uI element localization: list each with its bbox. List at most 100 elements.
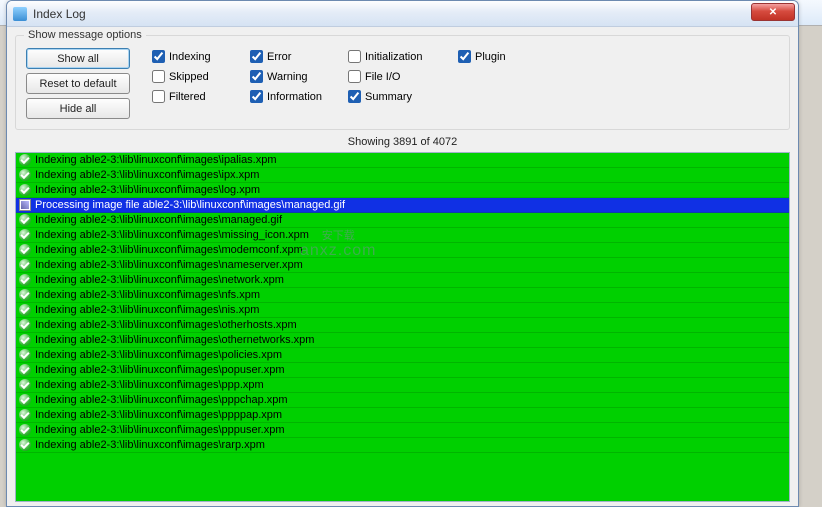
log-row[interactable]: Indexing able2-3:\lib\linuxconf\images\n… [16,303,789,318]
check-initialization-label: Initialization [365,51,422,63]
log-row-text: Indexing able2-3:\lib\linuxconf\images\p… [35,409,282,421]
check-error-label: Error [267,51,291,63]
window-title: Index Log [33,7,86,21]
status-line: Showing 3891 of 4072 [15,132,790,152]
log-row-text: Indexing able2-3:\lib\linuxconf\images\n… [35,289,260,301]
ok-icon [19,259,31,271]
log-row[interactable]: Indexing able2-3:\lib\linuxconf\images\p… [16,423,789,438]
ok-icon [19,409,31,421]
log-row[interactable]: Indexing able2-3:\lib\linuxconf\images\p… [16,378,789,393]
check-information-box[interactable] [250,90,263,103]
check-warning[interactable]: Warning [250,70,338,83]
check-indexing[interactable]: Indexing [152,50,240,63]
log-row[interactable]: Indexing able2-3:\lib\linuxconf\images\n… [16,273,789,288]
ok-icon [19,439,31,451]
log-row[interactable]: Indexing able2-3:\lib\linuxconf\images\m… [16,243,789,258]
log-row-text: Indexing able2-3:\lib\linuxconf\images\p… [35,364,284,376]
ok-icon [19,334,31,346]
log-row-text: Indexing able2-3:\lib\linuxconf\images\p… [35,349,282,361]
ok-icon [19,289,31,301]
check-initialization-box[interactable] [348,50,361,63]
ok-icon [19,274,31,286]
log-row[interactable]: Indexing able2-3:\lib\linuxconf\images\o… [16,333,789,348]
log-row[interactable]: Indexing able2-3:\lib\linuxconf\images\o… [16,318,789,333]
processing-icon [19,199,31,211]
close-button[interactable] [751,3,795,21]
log-row[interactable]: Indexing able2-3:\lib\linuxconf\images\n… [16,258,789,273]
log-row[interactable]: Indexing able2-3:\lib\linuxconf\images\i… [16,153,789,168]
log-row[interactable]: Indexing able2-3:\lib\linuxconf\images\p… [16,408,789,423]
log-row[interactable]: Processing image file able2-3:\lib\linux… [16,198,789,213]
check-filtered-box[interactable] [152,90,165,103]
log-row[interactable]: Indexing able2-3:\lib\linuxconf\images\i… [16,168,789,183]
check-information[interactable]: Information [250,90,338,103]
ok-icon [19,304,31,316]
log-row[interactable]: Indexing able2-3:\lib\linuxconf\images\p… [16,348,789,363]
log-row[interactable]: Indexing able2-3:\lib\linuxconf\images\n… [16,288,789,303]
check-error-box[interactable] [250,50,263,63]
titlebar[interactable]: Index Log [7,1,798,27]
hide-all-button[interactable]: Hide all [26,98,130,119]
check-warning-box[interactable] [250,70,263,83]
log-row-text: Indexing able2-3:\lib\linuxconf\images\i… [35,169,259,181]
log-row-text: Indexing able2-3:\lib\linuxconf\images\o… [35,334,314,346]
log-row[interactable]: Indexing able2-3:\lib\linuxconf\images\l… [16,183,789,198]
log-list[interactable]: Indexing able2-3:\lib\linuxconf\images\i… [15,152,790,502]
check-plugin-label: Plugin [475,51,506,63]
check-initialization[interactable]: Initialization [348,50,448,63]
check-fileio-box[interactable] [348,70,361,83]
check-indexing-box[interactable] [152,50,165,63]
log-row[interactable]: Indexing able2-3:\lib\linuxconf\images\p… [16,393,789,408]
log-row[interactable]: Indexing able2-3:\lib\linuxconf\images\m… [16,228,789,243]
log-row-text: Indexing able2-3:\lib\linuxconf\images\p… [35,424,284,436]
log-row[interactable]: Indexing able2-3:\lib\linuxconf\images\p… [16,363,789,378]
check-warning-label: Warning [267,71,308,83]
log-row[interactable]: Indexing able2-3:\lib\linuxconf\images\r… [16,438,789,453]
check-summary-box[interactable] [348,90,361,103]
check-plugin-box[interactable] [458,50,471,63]
ok-icon [19,364,31,376]
log-row-text: Indexing able2-3:\lib\linuxconf\images\p… [35,394,288,406]
log-row-text: Indexing able2-3:\lib\linuxconf\images\p… [35,379,264,391]
log-row-text: Processing image file able2-3:\lib\linux… [35,199,345,211]
ok-icon [19,319,31,331]
check-filtered[interactable]: Filtered [152,90,240,103]
ok-icon [19,349,31,361]
ok-icon [19,244,31,256]
check-skipped[interactable]: Skipped [152,70,240,83]
show-all-button[interactable]: Show all [26,48,130,69]
log-row-text: Indexing able2-3:\lib\linuxconf\images\m… [35,229,309,241]
log-row-text: Indexing able2-3:\lib\linuxconf\images\n… [35,304,259,316]
ok-icon [19,394,31,406]
app-icon [13,7,27,21]
group-title: Show message options [24,29,146,41]
client-area: Show message options Show all Reset to d… [7,27,798,506]
reset-to-default-button[interactable]: Reset to default [26,73,130,94]
log-row-text: Indexing able2-3:\lib\linuxconf\images\r… [35,439,265,451]
check-skipped-box[interactable] [152,70,165,83]
ok-icon [19,184,31,196]
ok-icon [19,424,31,436]
log-row-text: Indexing able2-3:\lib\linuxconf\images\m… [35,244,303,256]
check-skipped-label: Skipped [169,71,209,83]
log-row[interactable]: Indexing able2-3:\lib\linuxconf\images\m… [16,213,789,228]
log-row-text: Indexing able2-3:\lib\linuxconf\images\m… [35,214,282,226]
ok-icon [19,214,31,226]
message-options-group: Show message options Show all Reset to d… [15,35,790,130]
log-row-text: Indexing able2-3:\lib\linuxconf\images\i… [35,154,277,166]
check-summary-label: Summary [365,91,412,103]
log-row-text: Indexing able2-3:\lib\linuxconf\images\n… [35,259,303,271]
ok-icon [19,379,31,391]
ok-icon [19,169,31,181]
check-filtered-label: Filtered [169,91,206,103]
check-indexing-label: Indexing [169,51,211,63]
index-log-window: Index Log Show message options Show all … [6,0,799,507]
check-information-label: Information [267,91,322,103]
log-row-text: Indexing able2-3:\lib\linuxconf\images\n… [35,274,284,286]
ok-icon [19,154,31,166]
check-summary[interactable]: Summary [348,90,448,103]
button-column: Show all Reset to default Hide all [26,48,130,119]
check-error[interactable]: Error [250,50,338,63]
check-fileio[interactable]: File I/O [348,70,448,83]
check-plugin[interactable]: Plugin [458,50,538,63]
